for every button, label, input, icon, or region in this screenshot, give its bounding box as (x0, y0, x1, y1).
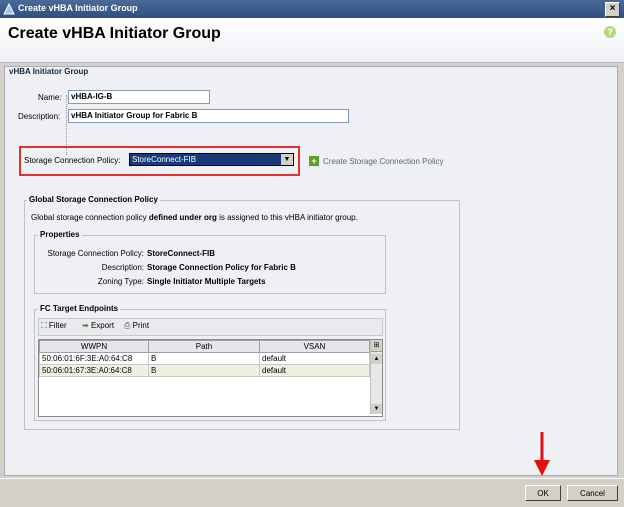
filter-label: Filter (48, 321, 67, 330)
col-path[interactable]: Path (148, 340, 260, 353)
app-icon (3, 2, 15, 15)
column-chooser-icon[interactable]: ⊞ (371, 340, 382, 352)
vertical-scrollbar[interactable]: ⊞ ▲ ▼ (370, 340, 382, 414)
cancel-button[interactable]: Cancel (567, 485, 618, 501)
name-label: Name: (38, 93, 62, 102)
chevron-down-icon[interactable]: ▼ (281, 154, 293, 165)
ok-button[interactable]: OK (525, 485, 561, 501)
endpoints-table-container: WWPN Path VSAN 50:06:01:6F:3E:A0:64:C8 B… (38, 339, 383, 417)
export-button[interactable]: ➡ Export (82, 321, 114, 330)
prop-description-value: Storage Connection Policy for Fabric B (147, 263, 296, 272)
scroll-down-icon[interactable]: ▼ (371, 404, 382, 414)
table-row[interactable]: 50:06:01:6F:3E:A0:64:C8 B default (39, 352, 370, 365)
description-input[interactable]: vHBA Initiator Group for Fabric B (68, 109, 349, 123)
page-title: Create vHBA Initiator Group (8, 25, 221, 42)
plus-icon[interactable]: + (309, 156, 319, 166)
print-label: Print (132, 321, 150, 330)
cell-vsan: default (259, 352, 370, 365)
window-title-bar: Create vHBA Initiator Group × (0, 0, 624, 18)
print-icon: ⎙ (124, 321, 131, 330)
note-text-end: is assigned to this vHBA initiator group… (216, 213, 358, 222)
prop-zoning-label: Zoning Type: (97, 277, 144, 286)
filter-button[interactable]: ⛶ Filter (41, 321, 67, 331)
cell-wwpn: 50:06:01:67:3E:A0:64:C8 (39, 364, 149, 377)
name-input[interactable]: vHBA-IG-B (68, 90, 210, 104)
cell-path: B (148, 364, 260, 377)
col-wwpn[interactable]: WWPN (39, 340, 149, 353)
global-policy-title: Global Storage Connection Policy (27, 195, 160, 204)
filter-icon: ⛶ (41, 321, 47, 330)
note-bold: defined under org (148, 213, 217, 222)
create-policy-link[interactable]: Create Storage Connection Policy (323, 157, 444, 166)
table-header-row: WWPN Path VSAN (39, 340, 370, 353)
endpoints-table: WWPN Path VSAN 50:06:01:6F:3E:A0:64:C8 B… (39, 340, 370, 377)
prop-policy-value: StoreConnect-FIB (147, 249, 215, 258)
table-row[interactable]: 50:06:01:67:3E:A0:64:C8 B default (39, 364, 370, 377)
properties-title: Properties (38, 230, 82, 239)
endpoints-title: FC Target Endpoints (38, 304, 121, 313)
global-policy-note: Global storage connection policy defined… (31, 213, 358, 222)
note-text: Global storage connection policy (31, 213, 149, 222)
cell-vsan: default (259, 364, 370, 377)
dialog-footer: OK Cancel (0, 478, 624, 507)
export-icon: ➡ (82, 321, 89, 330)
print-button[interactable]: ⎙ Print (124, 321, 149, 331)
cell-wwpn: 50:06:01:6F:3E:A0:64:C8 (39, 352, 149, 365)
storage-policy-selected: StoreConnect-FIB (132, 155, 197, 164)
prop-policy-label: Storage Connection Policy: (47, 249, 145, 258)
main-panel: vHBA Initiator Group Name: vHBA-IG-B Des… (4, 66, 618, 476)
prop-zoning-value: Single Initiator Multiple Targets (147, 277, 266, 286)
close-button[interactable]: × (605, 2, 620, 17)
dialog-header: Create vHBA Initiator Group ? (0, 18, 624, 63)
close-icon: × (609, 3, 616, 14)
window-title: Create vHBA Initiator Group (18, 3, 138, 13)
col-vsan[interactable]: VSAN (259, 340, 370, 353)
export-label: Export (90, 321, 115, 330)
help-icon[interactable]: ? (604, 26, 616, 38)
group-title: vHBA Initiator Group (9, 67, 89, 76)
description-label: Description: (18, 112, 61, 121)
endpoints-toolbar: ⛶ Filter ➡ Export ⎙ Print (38, 318, 383, 336)
scroll-up-icon[interactable]: ▲ (371, 354, 382, 364)
storage-policy-select[interactable]: StoreConnect-FIB ▼ (129, 153, 294, 166)
red-arrow-icon (533, 432, 551, 478)
storage-policy-label: Storage Connection Policy: (24, 156, 121, 165)
cell-path: B (148, 352, 260, 365)
prop-description-label: Description: (101, 263, 144, 272)
